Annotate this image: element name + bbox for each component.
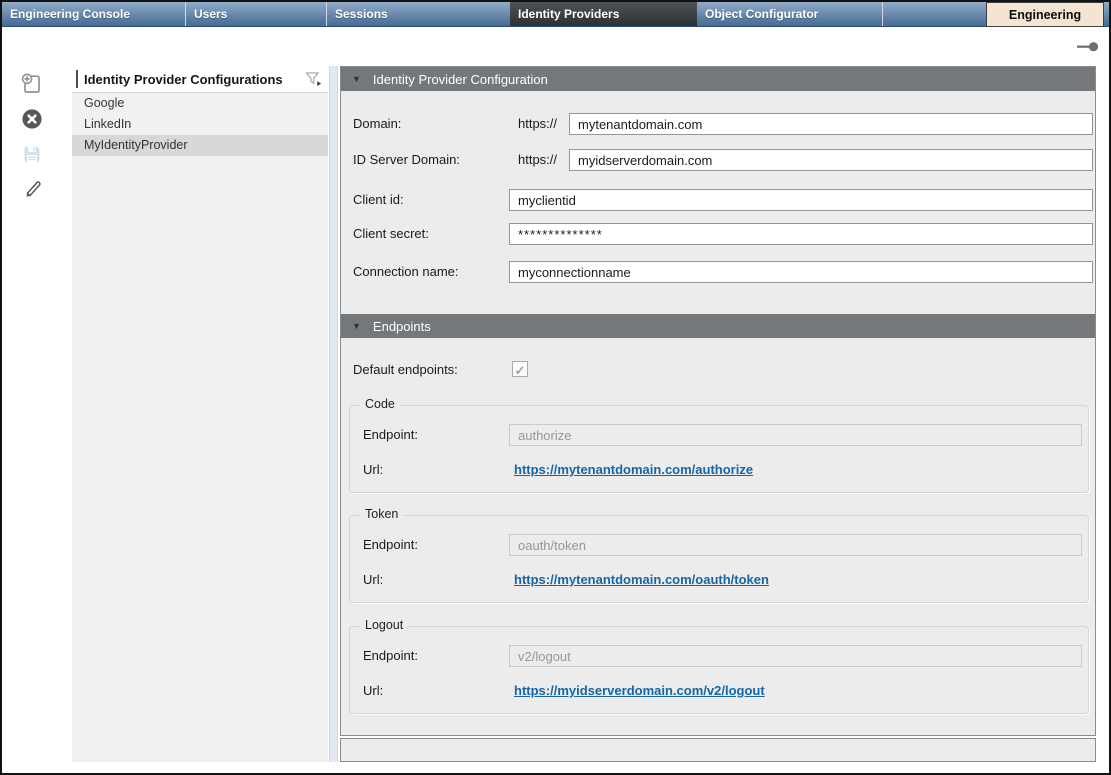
list-item-myidentityprovider[interactable]: MyIdentityProvider: [72, 135, 328, 156]
delete-icon[interactable]: [20, 107, 44, 131]
section-title: Endpoints: [373, 319, 431, 334]
endpoint-label: Endpoint:: [363, 645, 418, 667]
checkmark-icon: ✓: [515, 363, 526, 378]
tab-separator: [882, 2, 883, 26]
url-label: Url:: [363, 459, 383, 481]
token-endpoint-input: [509, 534, 1082, 556]
id-server-domain-input[interactable]: [569, 149, 1093, 171]
panel-splitter[interactable]: [329, 66, 338, 762]
identity-provider-list-panel: Identity Provider Configurations Google …: [72, 66, 328, 762]
header-accent-bar: [76, 70, 78, 88]
default-endpoints-label: Default endpoints:: [353, 362, 458, 378]
list-item-linkedin[interactable]: LinkedIn: [72, 114, 328, 135]
collapse-triangle-icon: ▼: [352, 74, 361, 84]
identity-provider-configuration-header[interactable]: ▼ Identity Provider Configuration: [341, 67, 1095, 91]
domain-https-prefix: https://: [518, 113, 564, 135]
client-secret-input[interactable]: [509, 223, 1093, 245]
filter-funnel-icon[interactable]: [305, 71, 323, 88]
client-secret-label: Client secret:: [353, 223, 429, 245]
logout-url-link[interactable]: https://myidserverdomain.com/v2/logout: [514, 680, 765, 702]
code-url-link[interactable]: https://mytenantdomain.com/authorize: [514, 459, 753, 481]
logout-endpoint-group: Logout Endpoint: Url: https://myidserver…: [349, 626, 1089, 714]
footer-strip: [340, 738, 1096, 762]
connection-name-input[interactable]: [509, 261, 1093, 283]
app-window: Engineering Console Users Sessions Ident…: [0, 0, 1111, 775]
configuration-panel: ▼ Identity Provider Configuration Domain…: [340, 66, 1096, 736]
token-endpoint-group: Token Endpoint: Url: https://mytenantdom…: [349, 515, 1089, 603]
url-label: Url:: [363, 569, 383, 591]
tab-engineering-console[interactable]: Engineering Console: [2, 2, 185, 26]
engineering-mode-button[interactable]: Engineering: [986, 2, 1104, 27]
domain-input[interactable]: [569, 113, 1093, 135]
code-endpoint-group: Code Endpoint: Url: https://mytenantdoma…: [349, 405, 1089, 493]
panel-pin-icon[interactable]: [1077, 41, 1099, 53]
content-area: Identity Provider Configurations Google …: [2, 27, 1109, 773]
client-id-input[interactable]: [509, 189, 1093, 211]
url-label: Url:: [363, 680, 383, 702]
code-endpoint-input: [509, 424, 1082, 446]
domain-label: Domain:: [353, 113, 401, 135]
logout-endpoint-input: [509, 645, 1082, 667]
group-legend: Logout: [360, 618, 408, 632]
list-header: Identity Provider Configurations: [72, 66, 328, 93]
save-icon: [20, 142, 44, 166]
id-server-https-prefix: https://: [518, 149, 564, 171]
list-item-google[interactable]: Google: [72, 93, 328, 114]
tab-identity-providers[interactable]: Identity Providers: [510, 2, 697, 26]
edit-icon[interactable]: [20, 177, 44, 201]
collapse-triangle-icon: ▼: [352, 321, 361, 331]
tab-object-configurator[interactable]: Object Configurator: [697, 2, 882, 26]
token-url-link[interactable]: https://mytenantdomain.com/oauth/token: [514, 569, 769, 591]
endpoint-label: Endpoint:: [363, 534, 418, 556]
group-legend: Token: [360, 507, 403, 521]
group-legend: Code: [360, 397, 400, 411]
list-title: Identity Provider Configurations: [84, 72, 283, 87]
tab-sessions[interactable]: Sessions: [327, 2, 510, 26]
connection-name-label: Connection name:: [353, 261, 459, 283]
section-title: Identity Provider Configuration: [373, 72, 548, 87]
endpoint-label: Endpoint:: [363, 424, 418, 446]
tab-users[interactable]: Users: [186, 2, 326, 26]
endpoints-header[interactable]: ▼ Endpoints: [341, 314, 1095, 338]
add-document-icon[interactable]: [20, 72, 44, 96]
top-tab-bar: Engineering Console Users Sessions Ident…: [2, 2, 1109, 27]
client-id-label: Client id:: [353, 189, 404, 211]
default-endpoints-checkbox: ✓: [512, 361, 528, 377]
id-server-domain-label: ID Server Domain:: [353, 149, 460, 171]
